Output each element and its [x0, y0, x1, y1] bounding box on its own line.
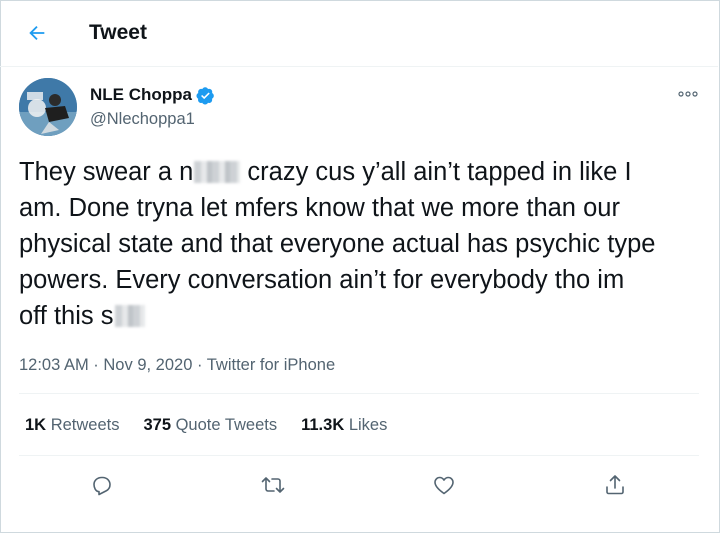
- tweet-text: They swear a n crazy cus y’all ain’t tap…: [19, 154, 699, 334]
- author-name-row[interactable]: NLE Choppa: [90, 84, 215, 106]
- tweet-line: They swear a n crazy cus y’all ain’t tap…: [19, 158, 632, 186]
- retweet-button[interactable]: [258, 470, 288, 500]
- author-name[interactable]: NLE Choppa: [90, 84, 192, 106]
- tweet-meta: 12:03 AM · Nov 9, 2020 · Twitter for iPh…: [19, 356, 336, 374]
- share-icon: [606, 475, 624, 495]
- tweet-date[interactable]: Nov 9, 2020: [103, 356, 192, 374]
- tweet-line: off this s: [19, 298, 699, 334]
- share-button[interactable]: [600, 470, 630, 500]
- tweet-line: physical state and that everyone actual …: [19, 230, 656, 258]
- page-header: Tweet: [0, 0, 718, 67]
- divider: [19, 393, 699, 394]
- divider: [19, 455, 699, 456]
- page-title: Tweet: [89, 21, 147, 44]
- reply-button[interactable]: [87, 470, 117, 500]
- retweet-icon: [261, 477, 285, 493]
- avatar[interactable]: [19, 78, 77, 136]
- tweet-line: powers. Every conversation ain’t for eve…: [19, 266, 625, 294]
- censored-word: [194, 161, 241, 183]
- verified-badge-icon: [196, 86, 214, 105]
- arrow-left-icon: [29, 25, 45, 41]
- back-button[interactable]: [22, 18, 52, 48]
- tweet-line: am. Done tryna let mfers know that we mo…: [19, 194, 620, 222]
- quote-tweets-stat[interactable]: 375 Quote Tweets: [143, 414, 277, 436]
- more-options-button[interactable]: [676, 84, 700, 104]
- author-handle[interactable]: @Nlechoppa1: [90, 108, 195, 130]
- like-icon: [434, 476, 454, 495]
- reply-icon: [93, 476, 111, 496]
- tweet-source[interactable]: Twitter for iPhone: [207, 356, 335, 374]
- censored-word: [114, 305, 145, 327]
- tweet-time[interactable]: 12:03 AM: [19, 356, 89, 374]
- more-icon: [678, 91, 698, 97]
- retweets-stat[interactable]: 1K Retweets: [25, 414, 119, 436]
- tweet-actions: [0, 470, 718, 502]
- profile-photo: [19, 78, 77, 136]
- like-button[interactable]: [429, 470, 459, 500]
- tweet-stats: 1K Retweets 375 Quote Tweets 11.3K Likes: [25, 414, 411, 436]
- likes-stat[interactable]: 11.3K Likes: [301, 414, 387, 436]
